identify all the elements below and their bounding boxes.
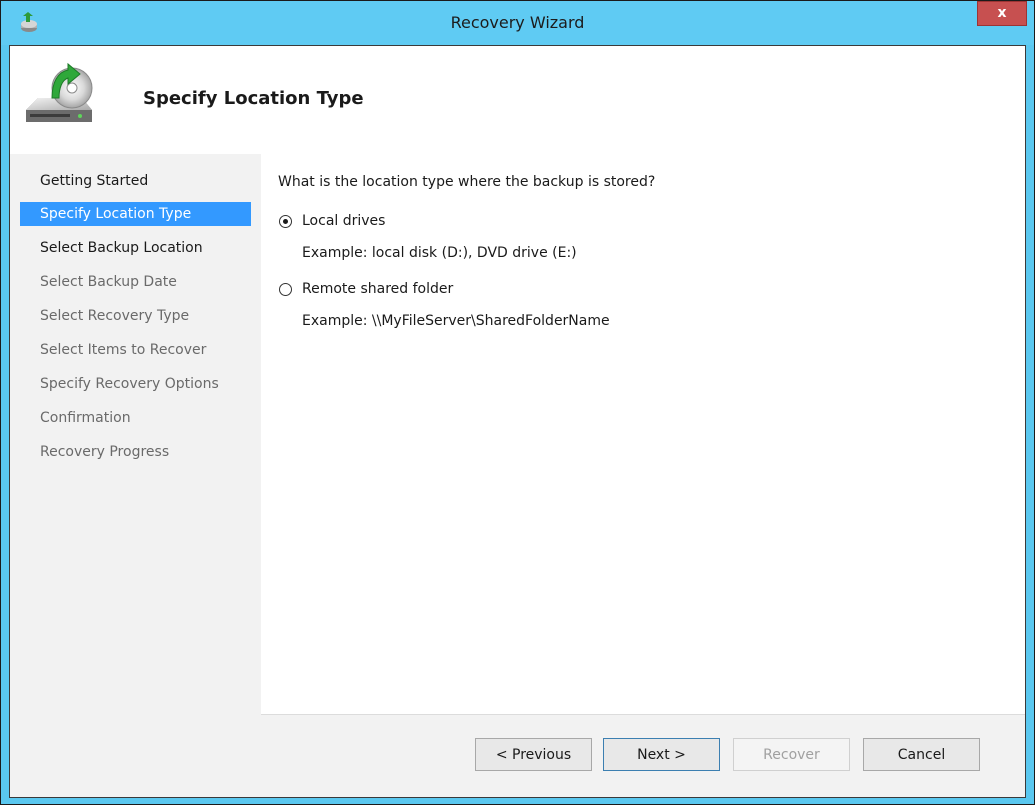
remote-shared-folder-option[interactable]: Remote shared folder [279,279,453,299]
local-drives-label[interactable]: Local drives [302,213,385,229]
step-specify-location-type: Specify Location Type [20,202,251,226]
step-recovery-progress: Recovery Progress [40,444,170,460]
wizard-client-area: Specify Location Type Getting Started Sp… [9,45,1026,798]
local-drives-radio[interactable] [279,214,292,228]
step-specify-recovery-options: Specify Recovery Options [40,376,219,392]
close-icon: x [997,5,1007,21]
recovery-wizard-window: Recovery Wizard x Specify Location Type … [0,0,1035,805]
wizard-steps-sidebar: Getting Started Specify Location Type Se… [10,154,261,797]
backup-drive-icon [22,58,102,138]
wizard-footer: < Previous Next > Recover Cancel [261,714,1025,797]
step-select-items-to-recover: Select Items to Recover [40,342,207,358]
remote-shared-folder-example: Example: \\MyFileServer\SharedFolderName [302,313,610,329]
close-button[interactable]: x [977,1,1027,26]
step-select-backup-date: Select Backup Date [40,274,177,290]
local-drives-option[interactable]: Local drives [279,211,385,231]
window-title: Recovery Wizard [450,13,585,32]
location-question: What is the location type where the back… [278,174,656,190]
step-select-backup-location: Select Backup Location [40,240,203,256]
remote-shared-folder-label[interactable]: Remote shared folder [302,281,453,297]
wizard-content: What is the location type where the back… [261,154,1025,714]
page-title: Specify Location Type [143,88,364,109]
title-bar[interactable]: Recovery Wizard x [1,1,1034,45]
step-select-recovery-type: Select Recovery Type [40,308,190,324]
step-getting-started: Getting Started [40,173,149,189]
next-button[interactable]: Next > [603,738,720,771]
remote-shared-folder-radio[interactable] [279,282,292,296]
step-confirmation: Confirmation [40,410,131,426]
local-drives-example: Example: local disk (D:), DVD drive (E:) [302,245,577,261]
recover-button: Recover [733,738,850,771]
wizard-header: Specify Location Type [10,46,1025,154]
previous-button[interactable]: < Previous [475,738,592,771]
cancel-button[interactable]: Cancel [863,738,980,771]
